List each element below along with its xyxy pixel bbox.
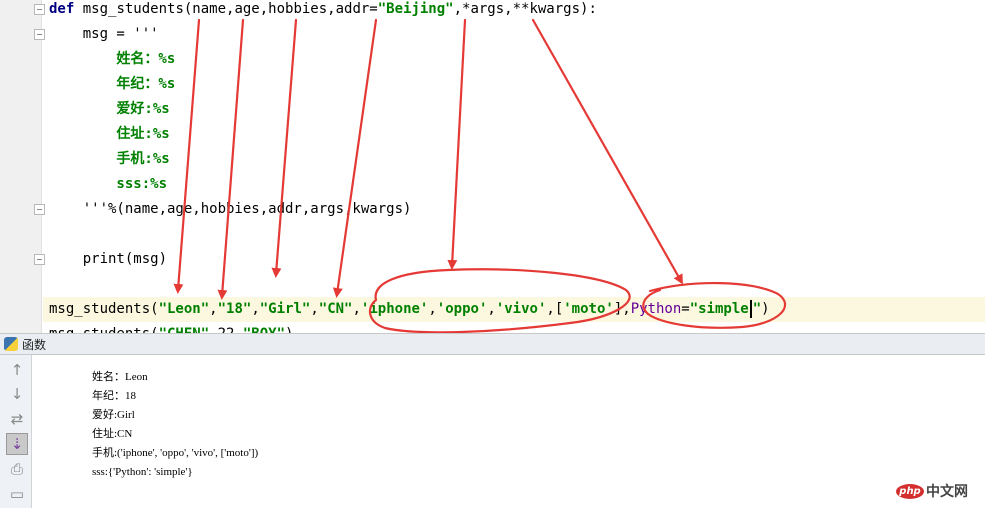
- editor-gutter: [0, 0, 45, 333]
- code-line-template-sss[interactable]: sss:%s: [49, 172, 167, 197]
- code-line-def[interactable]: def msg_students(name,age,hobbies,addr="…: [49, 0, 597, 22]
- run-config-title[interactable]: 函数: [22, 336, 46, 353]
- scroll-to-end-icon[interactable]: ⇣: [6, 433, 28, 455]
- soft-wrap-icon[interactable]: ⇄: [6, 408, 28, 430]
- print-icon[interactable]: ⎙: [6, 458, 28, 480]
- arrow-name-to-leon: [173, 18, 201, 294]
- fold-marker-icon[interactable]: [34, 254, 45, 265]
- code-line-call-1[interactable]: msg_students("Leon","18","Girl","CN",'ip…: [49, 297, 770, 322]
- arrow-kwargs-to-dict: [531, 18, 683, 285]
- arrow-hobbies-to-girl: [271, 18, 298, 278]
- code-line-format[interactable]: '''%(name,age,hobbies,addr,args,kwargs): [49, 197, 412, 222]
- output-line: sss:{'Python': 'simple'}: [92, 466, 193, 478]
- code-line-print[interactable]: print(msg): [49, 247, 167, 272]
- arrow-addr-to-cn: [332, 18, 378, 298]
- code-editor[interactable]: def msg_students(name,age,hobbies,addr="…: [0, 0, 985, 333]
- code-line-call-2[interactable]: msg_students("CHEN",22,"BOY"): [49, 322, 293, 333]
- php-logo-badge: php: [896, 483, 924, 499]
- output-line: 年纪：18: [92, 390, 136, 402]
- code-line-template-phone[interactable]: 手机:%s: [49, 147, 169, 172]
- run-toolbar: ↑ ↓ ⇄ ⇣ ⎙ ▭: [0, 355, 32, 508]
- code-line-template-addr[interactable]: 住址:%s: [49, 122, 169, 147]
- fold-marker-icon[interactable]: [34, 204, 45, 215]
- run-panel-header: 函数: [0, 333, 985, 355]
- arrow-down-icon[interactable]: ↓: [6, 383, 28, 405]
- python-icon: [4, 337, 18, 351]
- code-line-msg-assign[interactable]: msg = ''': [49, 22, 159, 47]
- watermark-site-name: 中文网: [926, 484, 968, 500]
- output-line: 姓名：Leon: [92, 371, 148, 383]
- site-watermark: php 中文网: [896, 481, 968, 501]
- output-line: 爱好:Girl: [92, 409, 135, 421]
- output-line: 手机:('iphone', 'oppo', 'vivo', ['moto']): [92, 447, 259, 459]
- fold-marker-icon[interactable]: [34, 29, 45, 40]
- code-line-template-name[interactable]: 姓名：%s: [49, 47, 175, 72]
- fold-marker-icon[interactable]: [34, 4, 45, 15]
- code-line-template-age[interactable]: 年纪：%s: [49, 72, 175, 97]
- arrow-args-to-tuple: [447, 18, 467, 270]
- code-line-template-hobbies[interactable]: 爱好:%s: [49, 97, 169, 122]
- arrow-up-icon[interactable]: ↑: [6, 359, 28, 381]
- text-caret: [749, 300, 752, 318]
- console-output[interactable]: 姓名：Leon 年纪：18 爱好:Girl 住址:CN 手机:('iphone'…: [33, 355, 985, 508]
- arrow-age-to-18: [217, 18, 245, 300]
- trash-icon[interactable]: ▭: [6, 483, 28, 505]
- output-line: 住址:CN: [92, 428, 133, 440]
